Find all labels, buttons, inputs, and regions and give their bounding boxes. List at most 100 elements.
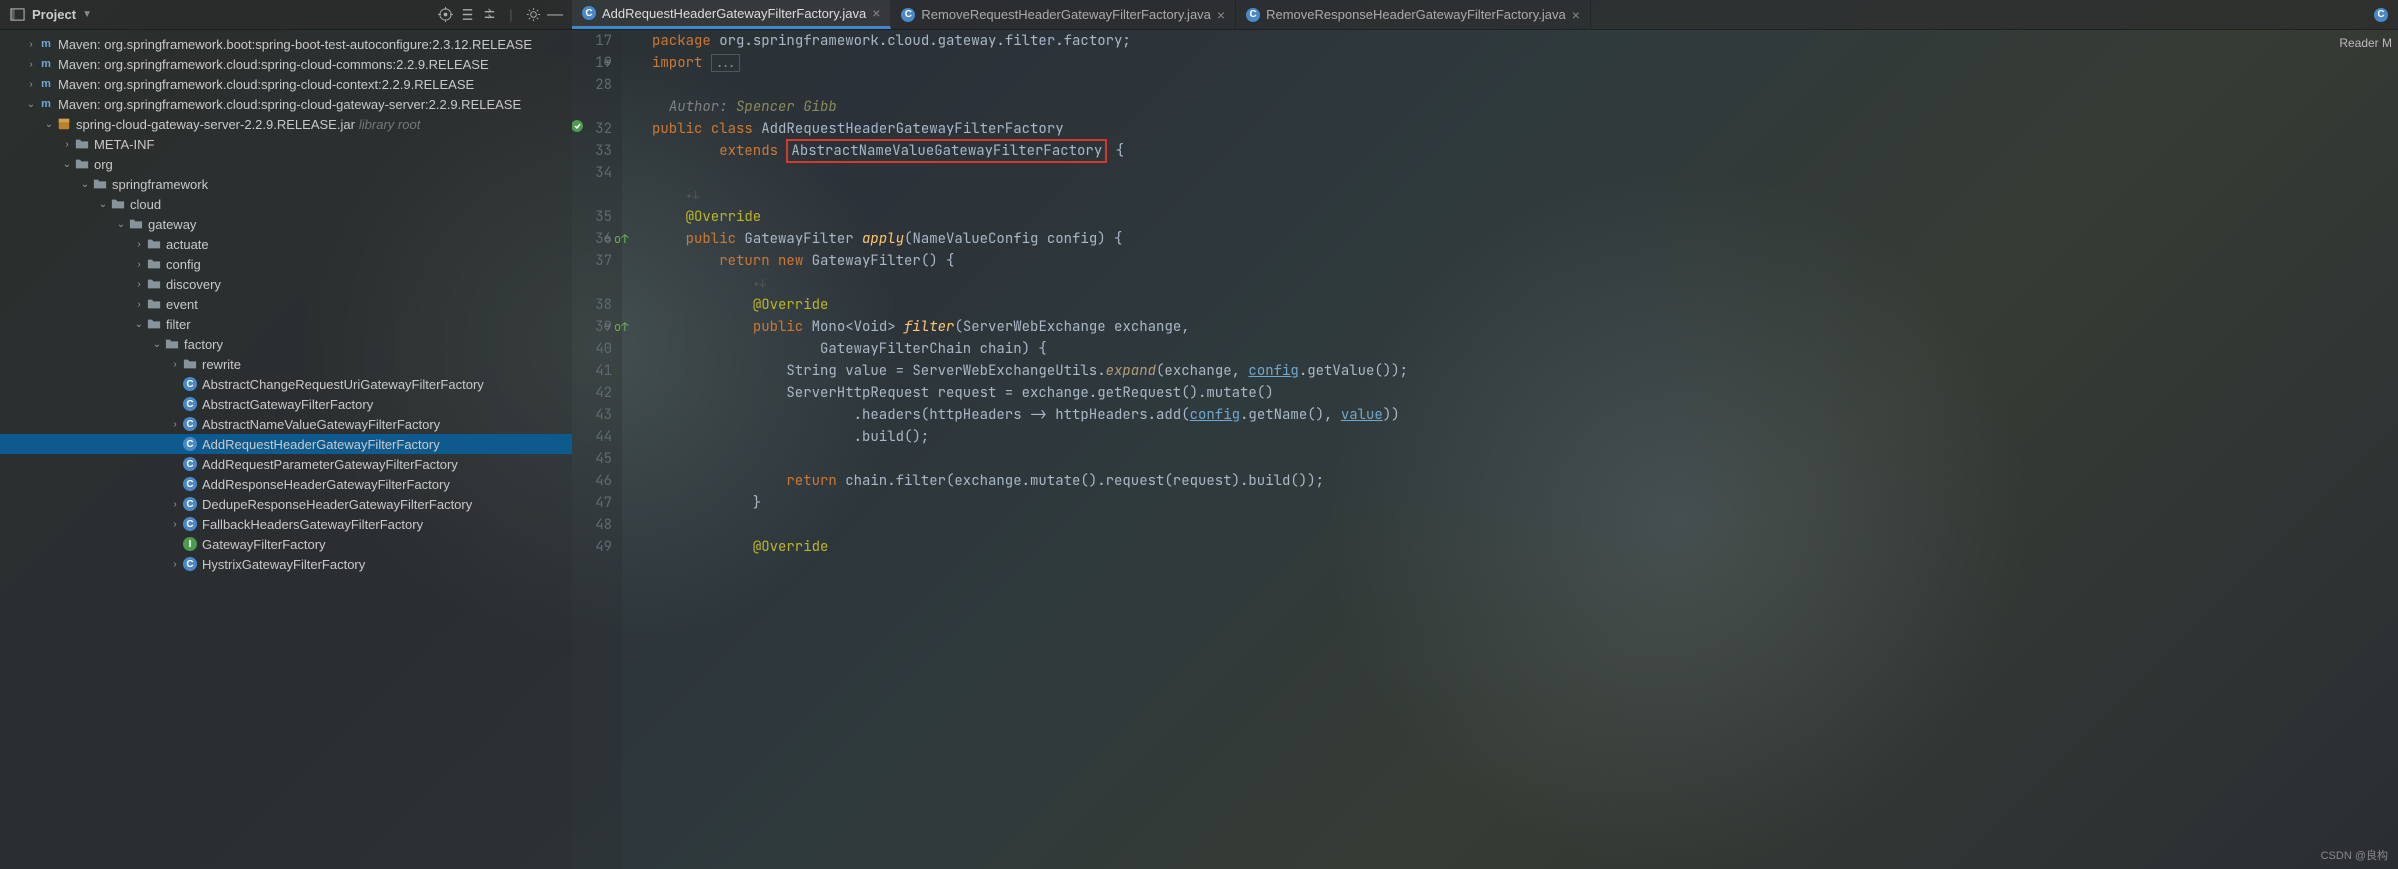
tab-overflow[interactable]: C: [2364, 0, 2398, 29]
code-line[interactable]: public class AddRequestHeaderGatewayFilt…: [652, 118, 2398, 140]
project-tree[interactable]: ›mMaven: org.springframework.boot:spring…: [0, 30, 572, 869]
chevron-down-icon[interactable]: ⌄: [114, 219, 128, 230]
collapse-all-icon[interactable]: [478, 4, 500, 26]
tree-item-springframework[interactable]: ⌄springframework: [0, 174, 572, 194]
code-line[interactable]: ⊕import ...: [652, 52, 2398, 74]
tree-item-HystrixGatewayFilterFactory[interactable]: ›CHystrixGatewayFilterFactory: [0, 554, 572, 574]
close-icon[interactable]: ×: [872, 5, 880, 21]
tree-item-AbstractGatewayFilterFactory[interactable]: CAbstractGatewayFilterFactory: [0, 394, 572, 414]
override-gutter-icon[interactable]: [572, 118, 584, 132]
chevron-right-icon[interactable]: ›: [168, 499, 182, 510]
code-line[interactable]: ⊖ public GatewayFilter apply(NameValueCo…: [652, 228, 2398, 250]
code-line[interactable]: [652, 514, 2398, 536]
tree-item-META-INF[interactable]: ›META-INF: [0, 134, 572, 154]
chevron-right-icon[interactable]: ›: [168, 519, 182, 530]
folder-icon: [92, 176, 108, 192]
chevron-right-icon[interactable]: ›: [132, 239, 146, 250]
tree-item-FallbackHeadersGatewayFilterFa[interactable]: ›CFallbackHeadersGatewayFilterFactory: [0, 514, 572, 534]
tree-item-event[interactable]: ›event: [0, 294, 572, 314]
code-line[interactable]: ✦↓: [652, 184, 2398, 206]
tree-item-Maven: org.springframework.clo[interactable]: ›mMaven: org.springframework.cloud:sprin…: [0, 54, 572, 74]
tree-item-DedupeResponseHeaderGatewayFil[interactable]: ›CDedupeResponseHeaderGatewayFilterFacto…: [0, 494, 572, 514]
code-line[interactable]: [652, 162, 2398, 184]
code-line[interactable]: @Override: [652, 536, 2398, 558]
code-line[interactable]: [652, 448, 2398, 470]
code-line[interactable]: Author: Spencer Gibb: [652, 96, 2398, 118]
fold-icon[interactable]: ⊕: [604, 52, 618, 74]
hide-icon[interactable]: —: [544, 4, 566, 26]
chevron-right-icon[interactable]: ›: [132, 259, 146, 270]
tree-item-AbstractNameValueGatewayFilter[interactable]: ›CAbstractNameValueGatewayFilterFactory: [0, 414, 572, 434]
folder-icon: [182, 356, 198, 372]
chevron-down-icon[interactable]: ⌄: [96, 199, 110, 210]
tree-item-rewrite[interactable]: ›rewrite: [0, 354, 572, 374]
chevron-right-icon[interactable]: ›: [60, 139, 74, 150]
chevron-right-icon[interactable]: ›: [24, 39, 38, 50]
expand-all-icon[interactable]: [456, 4, 478, 26]
chevron-right-icon[interactable]: ›: [168, 359, 182, 370]
code-line[interactable]: @Override: [652, 294, 2398, 316]
code-line[interactable]: .headers(httpHeaders -> httpHeaders.add(…: [652, 404, 2398, 426]
tree-item-cloud[interactable]: ⌄cloud: [0, 194, 572, 214]
chevron-down-icon[interactable]: ⌄: [78, 179, 92, 190]
close-icon[interactable]: ×: [1572, 7, 1580, 23]
inherited-separator-icon[interactable]: ✦↓: [753, 277, 766, 291]
chevron-down-icon[interactable]: ▼: [82, 9, 92, 20]
chevron-down-icon[interactable]: ⌄: [60, 159, 74, 170]
chevron-down-icon[interactable]: ⌄: [24, 99, 38, 110]
tree-item-factory[interactable]: ⌄factory: [0, 334, 572, 354]
tab-0[interactable]: CAddRequestHeaderGatewayFilterFactory.ja…: [572, 0, 891, 29]
chevron-right-icon[interactable]: ›: [24, 59, 38, 70]
code-line[interactable]: }: [652, 492, 2398, 514]
tree-item-AddRequestParameterGatewayFilt[interactable]: CAddRequestParameterGatewayFilterFactory: [0, 454, 572, 474]
inherited-separator-icon[interactable]: ✦↓: [686, 189, 699, 203]
code-line[interactable]: ServerHttpRequest request = exchange.get…: [652, 382, 2398, 404]
java-class-icon: C: [2374, 8, 2388, 22]
chevron-right-icon[interactable]: ›: [168, 419, 182, 430]
close-icon[interactable]: ×: [1217, 7, 1225, 23]
tree-item-Maven: org.springframework.boo[interactable]: ›mMaven: org.springframework.boot:spring…: [0, 34, 572, 54]
code-line[interactable]: .build();: [652, 426, 2398, 448]
tree-item-spring-cloud-gateway-server-2.[interactable]: ⌄spring-cloud-gateway-server-2.2.9.RELEA…: [0, 114, 572, 134]
maven-icon: m: [38, 76, 54, 92]
fold-icon[interactable]: ⊖: [604, 316, 618, 338]
tab-1[interactable]: CRemoveRequestHeaderGatewayFilterFactory…: [891, 0, 1236, 29]
target-icon[interactable]: [434, 4, 456, 26]
gutter-line: 32: [572, 118, 612, 140]
chevron-right-icon[interactable]: ›: [132, 279, 146, 290]
code-area[interactable]: package org.springframework.cloud.gatewa…: [622, 30, 2398, 869]
fold-icon[interactable]: ⊖: [604, 228, 618, 250]
chevron-right-icon[interactable]: ›: [24, 79, 38, 90]
tree-item-org[interactable]: ⌄org: [0, 154, 572, 174]
tree-item-gateway[interactable]: ⌄gateway: [0, 214, 572, 234]
code-line[interactable]: @Override: [652, 206, 2398, 228]
code-line[interactable]: GatewayFilterChain chain) {: [652, 338, 2398, 360]
code-line[interactable]: package org.springframework.cloud.gatewa…: [652, 30, 2398, 52]
code-line[interactable]: extends AbstractNameValueGatewayFilterFa…: [652, 140, 2398, 162]
tree-item-filter[interactable]: ⌄filter: [0, 314, 572, 334]
code-line[interactable]: String value = ServerWebExchangeUtils.ex…: [652, 360, 2398, 382]
code-line[interactable]: ✦↓: [652, 272, 2398, 294]
chevron-down-icon[interactable]: ⌄: [150, 339, 164, 350]
tree-item-Maven: org.springframework.clo[interactable]: ›mMaven: org.springframework.cloud:sprin…: [0, 74, 572, 94]
tab-2[interactable]: CRemoveResponseHeaderGatewayFilterFactor…: [1236, 0, 1591, 29]
chevron-right-icon[interactable]: ›: [168, 559, 182, 570]
gear-icon[interactable]: [522, 4, 544, 26]
code-line[interactable]: return new GatewayFilter() {: [652, 250, 2398, 272]
tree-item-Maven: org.springframework.clo[interactable]: ⌄mMaven: org.springframework.cloud:sprin…: [0, 94, 572, 114]
tree-item-AddResponseHeaderGatewayFilter[interactable]: CAddResponseHeaderGatewayFilterFactory: [0, 474, 572, 494]
chevron-down-icon[interactable]: ⌄: [42, 119, 56, 130]
project-title[interactable]: Project: [32, 7, 76, 22]
tree-item-AbstractChangeRequestUriGatewa[interactable]: CAbstractChangeRequestUriGatewayFilterFa…: [0, 374, 572, 394]
code-editor[interactable]: 1719283233343536o↑373839o↑40414243444546…: [572, 30, 2398, 869]
tree-item-AddRequestHeaderGatewayFilterF[interactable]: CAddRequestHeaderGatewayFilterFactory: [0, 434, 572, 454]
tree-item-actuate[interactable]: ›actuate: [0, 234, 572, 254]
tree-item-discovery[interactable]: ›discovery: [0, 274, 572, 294]
tree-item-config[interactable]: ›config: [0, 254, 572, 274]
tree-item-GatewayFilterFactory[interactable]: IGatewayFilterFactory: [0, 534, 572, 554]
code-line[interactable]: return chain.filter(exchange.mutate().re…: [652, 470, 2398, 492]
chevron-down-icon[interactable]: ⌄: [132, 319, 146, 330]
chevron-right-icon[interactable]: ›: [132, 299, 146, 310]
code-line[interactable]: [652, 74, 2398, 96]
code-line[interactable]: ⊖ public Mono<Void> filter(ServerWebExch…: [652, 316, 2398, 338]
